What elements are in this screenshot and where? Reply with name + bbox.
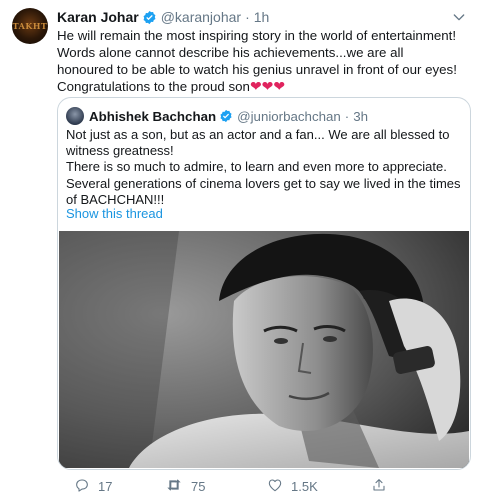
reply-button[interactable]: 17 bbox=[74, 477, 112, 496]
chevron-down-icon[interactable] bbox=[451, 9, 467, 25]
share-button[interactable] bbox=[371, 477, 387, 496]
tweet-header: Karan Johar @karanjohar · 1h bbox=[57, 7, 269, 27]
quoted-author-handle: @juniorbachchan bbox=[237, 108, 341, 124]
like-button[interactable]: 1.5K bbox=[267, 477, 318, 496]
reply-icon bbox=[74, 477, 90, 496]
like-icon bbox=[267, 477, 283, 496]
tweet[interactable]: TAKHT Karan Johar @karanjohar · 1h He wi… bbox=[0, 0, 483, 495]
separator-dot: · bbox=[245, 9, 250, 25]
avatar-logo-text: TAKHT bbox=[12, 21, 48, 31]
author-handle[interactable]: @karanjohar bbox=[161, 9, 241, 25]
quoted-author-avatar bbox=[66, 107, 84, 125]
like-count: 1.5K bbox=[291, 479, 318, 494]
separator-dot: · bbox=[344, 108, 350, 124]
share-icon bbox=[371, 477, 387, 496]
portrait-photo-image bbox=[59, 231, 469, 468]
retweet-button[interactable]: 75 bbox=[165, 477, 205, 496]
retweet-count: 75 bbox=[191, 479, 206, 494]
author-name[interactable]: Karan Johar bbox=[57, 9, 139, 25]
verified-badge-icon bbox=[219, 109, 233, 123]
quoted-text: Not just as a son, but as an actor and a… bbox=[66, 127, 462, 208]
hearts-emoji: ❤❤❤ bbox=[249, 78, 286, 95]
quoted-author-name: Abhishek Bachchan bbox=[89, 108, 217, 124]
tweet-text: He will remain the most inspiring story … bbox=[57, 28, 462, 96]
retweet-icon bbox=[165, 477, 183, 496]
reply-count: 17 bbox=[98, 479, 113, 494]
quoted-tweet[interactable]: Abhishek Bachchan @juniorbachchan · 3h N… bbox=[57, 97, 471, 470]
quoted-header: Abhishek Bachchan @juniorbachchan · 3h bbox=[66, 107, 368, 125]
show-thread-link[interactable]: Show this thread bbox=[66, 206, 163, 221]
quoted-time: 3h bbox=[353, 108, 369, 124]
tweet-actions: 17 75 1.5K bbox=[74, 477, 474, 495]
quoted-text-line1: Not just as a son, but as an actor and a… bbox=[66, 127, 450, 159]
quoted-text-line2: There is so much to admire, to learn and… bbox=[66, 159, 461, 207]
quoted-photo[interactable] bbox=[59, 231, 469, 468]
author-avatar[interactable]: TAKHT bbox=[12, 8, 48, 44]
verified-badge-icon bbox=[142, 10, 157, 25]
tweet-time[interactable]: 1h bbox=[254, 9, 270, 25]
